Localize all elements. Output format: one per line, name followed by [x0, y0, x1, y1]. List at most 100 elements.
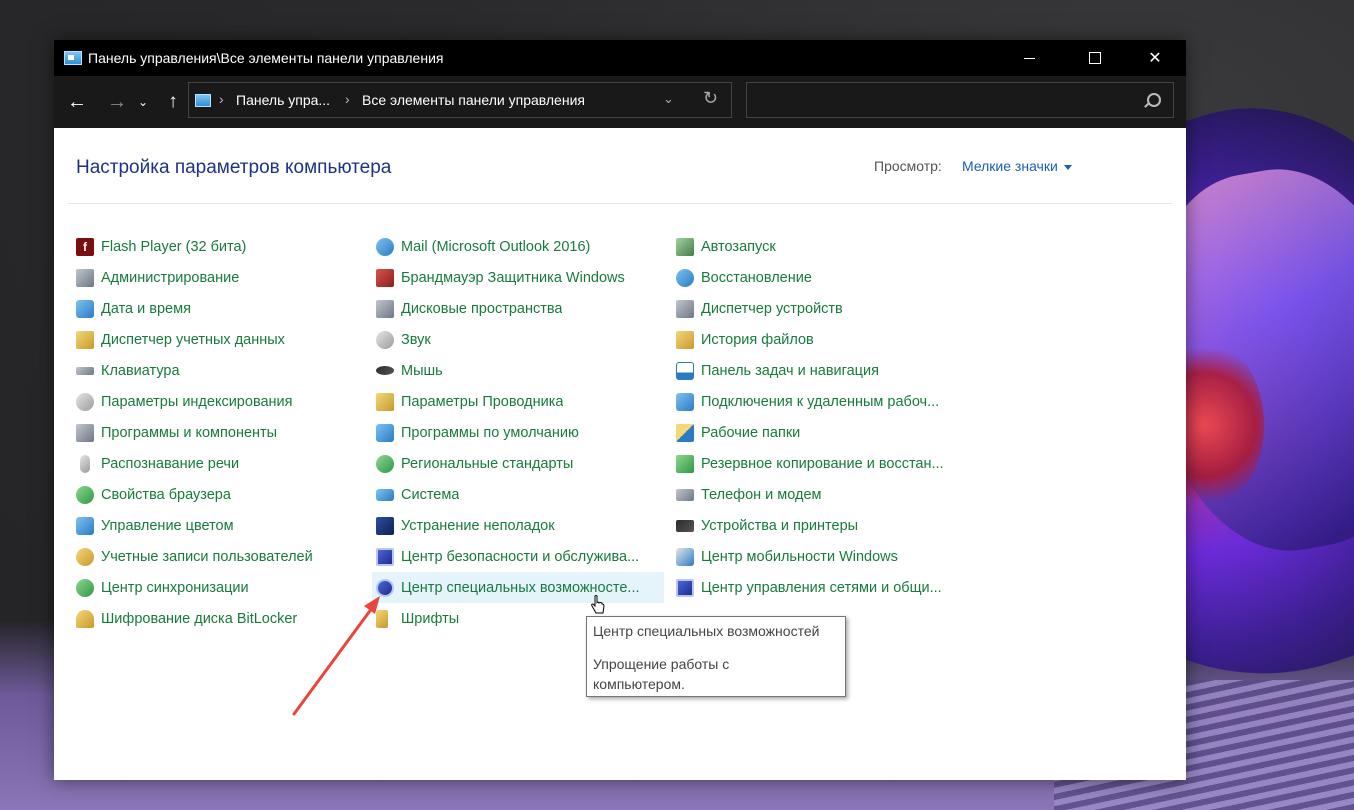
sync-icon: [76, 578, 94, 597]
cp-item-label[interactable]: Устранение неполадок: [401, 518, 555, 534]
search-box[interactable]: [746, 82, 1174, 118]
cp-item-label[interactable]: Flash Player (32 бита): [101, 239, 246, 255]
cp-item[interactable]: Устройства и принтеры: [672, 510, 968, 541]
cp-item[interactable]: Система: [372, 479, 668, 510]
cp-item[interactable]: Дата и время: [72, 293, 368, 324]
cp-item[interactable]: Mail (Microsoft Outlook 2016): [372, 231, 668, 262]
cp-item-label[interactable]: Центр синхронизации: [101, 580, 249, 596]
cp-item-label[interactable]: Система: [401, 487, 459, 503]
cp-item[interactable]: f Flash Player (32 бита): [72, 231, 368, 262]
programs-icon: [76, 423, 94, 442]
cp-item[interactable]: Диспетчер устройств: [672, 293, 968, 324]
cp-item-label[interactable]: Клавиатура: [101, 363, 180, 379]
view-mode-value[interactable]: Мелкие значки: [962, 158, 1058, 174]
cp-item[interactable]: История файлов: [672, 324, 968, 355]
cp-item-label[interactable]: Устройства и принтеры: [701, 518, 858, 534]
cp-item[interactable]: Панель задач и навигация: [672, 355, 968, 386]
cp-item[interactable]: Дисковые пространства: [372, 293, 668, 324]
cp-item[interactable]: Администрирование: [72, 262, 368, 293]
cp-item-label[interactable]: Шрифты: [401, 611, 459, 627]
recent-locations-button[interactable]: ⌄: [134, 89, 152, 115]
cp-item-label[interactable]: Программы по умолчанию: [401, 425, 579, 441]
forward-button[interactable]: →: [104, 89, 130, 115]
cp-item-label[interactable]: Учетные записи пользователей: [101, 549, 313, 565]
cp-item[interactable]: Учетные записи пользователей: [72, 541, 368, 572]
cp-item-label[interactable]: Дисковые пространства: [401, 301, 562, 317]
cp-item[interactable]: Региональные стандарты: [372, 448, 668, 479]
cp-item[interactable]: Звук: [372, 324, 668, 355]
cp-item-label[interactable]: Центр управления сетями и общи...: [701, 580, 942, 596]
up-button[interactable]: ↑: [160, 89, 186, 115]
cp-item[interactable]: Телефон и модем: [672, 479, 968, 510]
cp-item-label[interactable]: Центр мобильности Windows: [701, 549, 898, 565]
address-dropdown-button[interactable]: ⌄: [663, 91, 674, 107]
cp-item-label[interactable]: Диспетчер учетных данных: [101, 332, 285, 348]
maximize-button[interactable]: [1066, 40, 1124, 76]
cp-item[interactable]: Восстановление: [672, 262, 968, 293]
cp-item-label[interactable]: Резервное копирование и восстан...: [701, 456, 944, 472]
cp-item[interactable]: Рабочие папки: [672, 417, 968, 448]
cp-item-label[interactable]: Дата и время: [101, 301, 191, 317]
back-button[interactable]: ←: [64, 89, 90, 115]
cp-item-label[interactable]: Шифрование диска BitLocker: [101, 611, 297, 627]
phone-modem-icon: [676, 488, 694, 501]
navigation-bar: ← → ⌄ ↑ › Панель упра... › Все элементы …: [54, 76, 1186, 128]
cp-item-label[interactable]: Восстановление: [701, 270, 812, 286]
cp-item-label[interactable]: Подключения к удаленным рабоч...: [701, 394, 939, 410]
cp-item[interactable]: Свойства браузера: [72, 479, 368, 510]
cp-item[interactable]: Центр управления сетями и общи...: [672, 572, 968, 603]
control-panel-window: Панель управления\Все элементы панели уп…: [54, 40, 1186, 780]
cp-item[interactable]: Параметры индексирования: [72, 386, 368, 417]
cp-item[interactable]: Программы по умолчанию: [372, 417, 668, 448]
cp-item-label[interactable]: История файлов: [701, 332, 814, 348]
cp-item[interactable]: Параметры Проводника: [372, 386, 668, 417]
cp-item[interactable]: Мышь: [372, 355, 668, 386]
cp-item[interactable]: Резервное копирование и восстан...: [672, 448, 968, 479]
cp-item-label[interactable]: Панель задач и навигация: [701, 363, 879, 379]
cp-item-label[interactable]: Диспетчер устройств: [701, 301, 843, 317]
view-mode-dropdown[interactable]: Мелкие значки: [962, 158, 1072, 174]
cp-item-label[interactable]: Параметры Проводника: [401, 394, 563, 410]
cp-item-label[interactable]: Распознавание речи: [101, 456, 239, 472]
cp-item[interactable]: Автозапуск: [672, 231, 968, 262]
cp-item-label[interactable]: Свойства браузера: [101, 487, 231, 503]
close-button[interactable]: ✕: [1126, 40, 1184, 76]
cp-item-hovered[interactable]: Центр специальных возможносте...: [372, 572, 664, 603]
breadcrumb-control-panel[interactable]: Панель упра...: [236, 92, 330, 108]
cp-item-label[interactable]: Центр безопасности и обслужива...: [401, 549, 639, 565]
cp-item[interactable]: Устранение неполадок: [372, 510, 668, 541]
cp-item[interactable]: Диспетчер учетных данных: [72, 324, 368, 355]
cp-item-label[interactable]: Рабочие папки: [701, 425, 800, 441]
cp-item-label[interactable]: Звук: [401, 332, 431, 348]
search-input[interactable]: [755, 89, 1139, 113]
cp-item[interactable]: Распознавание речи: [72, 448, 368, 479]
cp-item-label[interactable]: Управление цветом: [101, 518, 234, 534]
cp-item-label[interactable]: Центр специальных возможносте...: [401, 580, 640, 596]
cp-item[interactable]: Центр синхронизации: [72, 572, 368, 603]
cp-item[interactable]: Брандмауэр Защитника Windows: [372, 262, 668, 293]
address-bar[interactable]: › Панель упра... › Все элементы панели у…: [188, 82, 732, 118]
cp-item[interactable]: Программы и компоненты: [72, 417, 368, 448]
cp-item[interactable]: Центр безопасности и обслужива...: [372, 541, 668, 572]
search-icon[interactable]: [1147, 93, 1161, 107]
cp-item-label[interactable]: Параметры индексирования: [101, 394, 293, 410]
cp-item[interactable]: Подключения к удаленным рабоч...: [672, 386, 968, 417]
refresh-button[interactable]: ↻: [703, 88, 718, 109]
minimize-button[interactable]: [1000, 40, 1058, 76]
cp-item-label[interactable]: Мышь: [401, 363, 443, 379]
title-bar[interactable]: Панель управления\Все элементы панели уп…: [54, 40, 1186, 76]
cp-item-label[interactable]: Автозапуск: [701, 239, 776, 255]
cp-item-label[interactable]: Программы и компоненты: [101, 425, 277, 441]
cp-item-label[interactable]: Mail (Microsoft Outlook 2016): [401, 239, 590, 255]
cp-item-label[interactable]: Брандмауэр Защитника Windows: [401, 270, 625, 286]
cp-item[interactable]: Шифрование диска BitLocker: [72, 603, 368, 634]
cp-item[interactable]: Управление цветом: [72, 510, 368, 541]
cp-item[interactable]: Центр мобильности Windows: [672, 541, 968, 572]
cp-item[interactable]: Клавиатура: [72, 355, 368, 386]
maximize-icon: [1089, 52, 1101, 64]
cp-item-label[interactable]: Телефон и модем: [701, 487, 822, 503]
cp-item-label[interactable]: Региональные стандарты: [401, 456, 573, 472]
cp-item-label[interactable]: Администрирование: [101, 270, 239, 286]
microphone-icon: [80, 454, 90, 473]
breadcrumb-all-items[interactable]: Все элементы панели управления: [362, 92, 585, 108]
